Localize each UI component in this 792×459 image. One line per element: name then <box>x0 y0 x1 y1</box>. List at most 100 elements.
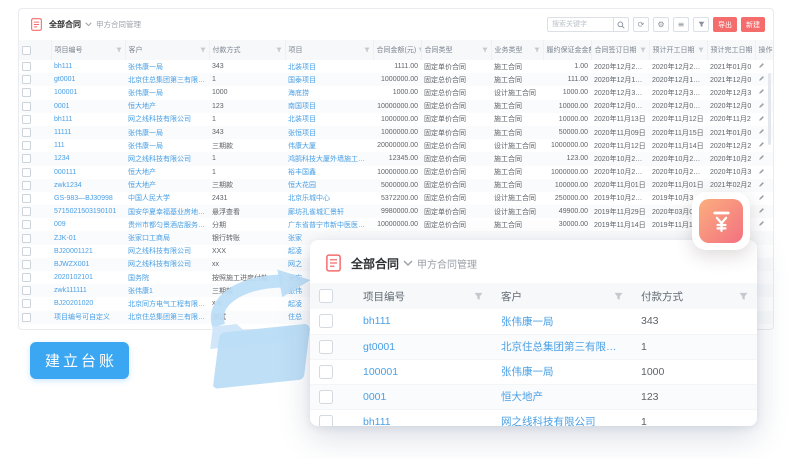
cell-customer[interactable]: 张伟康一局 <box>492 309 632 334</box>
cell-code[interactable]: 11111 <box>51 126 125 139</box>
row-checkbox[interactable] <box>319 390 333 404</box>
cell-project[interactable]: 恒大花园 <box>285 179 373 192</box>
cell-customer[interactable]: 恒大地产 <box>125 179 209 192</box>
row-checkbox[interactable] <box>22 207 31 216</box>
cell-project[interactable]: 鸿鹄科技大厦外墙施工项目 <box>285 152 373 165</box>
cell-code[interactable]: 0001 <box>354 384 492 409</box>
edit-icon[interactable] <box>758 220 765 227</box>
cell-project[interactable]: 张恒项目 <box>285 126 373 139</box>
columns-icon[interactable]: ≡ <box>673 17 689 32</box>
cell-customer[interactable]: 恒大地产 <box>125 100 209 113</box>
cell-code[interactable]: ZJK-01 <box>51 231 125 244</box>
cell-customer[interactable]: 网之线科技有限公司 <box>125 152 209 165</box>
cell-customer[interactable]: 张伟康一局 <box>125 139 209 152</box>
refresh-icon[interactable]: ⟳ <box>633 17 649 32</box>
chevron-down-icon[interactable] <box>85 22 92 27</box>
cell-code[interactable]: BJ20201020 <box>51 297 125 310</box>
row-checkbox[interactable] <box>319 415 333 427</box>
cell-code[interactable]: zwk111111 <box>51 284 125 297</box>
filter-icon[interactable] <box>364 47 370 53</box>
row-checkbox[interactable] <box>319 340 333 354</box>
cell-customer[interactable]: 网之线科技有限公司 <box>125 245 209 258</box>
create-ledger-badge[interactable]: 建立台账 <box>30 342 129 379</box>
cell-customer[interactable]: 国务院 <box>125 271 209 284</box>
filter-icon[interactable] <box>534 47 540 53</box>
cell-code[interactable]: bh111 <box>51 113 125 126</box>
cell-code[interactable]: gt0001 <box>51 73 125 86</box>
edit-icon[interactable] <box>758 194 765 201</box>
export-button[interactable]: 导出 <box>713 17 737 32</box>
edit-icon[interactable] <box>758 154 765 161</box>
cell-code[interactable]: bh111 <box>354 409 492 426</box>
cell-customer[interactable]: 网之线科技有限公司 <box>125 113 209 126</box>
row-checkbox[interactable] <box>22 299 31 308</box>
edit-icon[interactable] <box>758 102 765 109</box>
cell-customer[interactable]: 网之线科技有限公司 <box>125 258 209 271</box>
search-input[interactable] <box>547 17 613 32</box>
cell-code[interactable]: BJWZX001 <box>51 258 125 271</box>
row-checkbox[interactable] <box>22 234 31 243</box>
cell-code[interactable]: 009 <box>51 218 125 231</box>
cell-project[interactable]: 海底捞 <box>285 86 373 99</box>
cell-project[interactable]: 伟康大厦 <box>285 139 373 152</box>
cell-code[interactable]: 5715021503190101 <box>51 205 125 218</box>
cell-code[interactable]: 100001 <box>51 86 125 99</box>
cell-code[interactable]: zwk1234 <box>51 179 125 192</box>
filter-icon[interactable] <box>276 47 282 53</box>
cell-customer[interactable]: 中国人民大学 <box>125 192 209 205</box>
cell-code[interactable]: bh111 <box>354 309 492 334</box>
edit-icon[interactable] <box>758 62 765 69</box>
edit-icon[interactable] <box>758 115 765 122</box>
cell-customer[interactable]: 张伟康1 <box>125 284 209 297</box>
cell-customer[interactable]: 恒大地产 <box>125 166 209 179</box>
edit-icon[interactable] <box>758 128 765 135</box>
row-checkbox[interactable] <box>22 88 31 97</box>
ledger-fab[interactable] <box>692 192 750 250</box>
filter-icon[interactable] <box>482 47 488 53</box>
row-checkbox[interactable] <box>22 62 31 71</box>
edit-icon[interactable] <box>758 168 765 175</box>
row-checkbox[interactable] <box>22 260 31 269</box>
filter-icon[interactable] <box>474 292 483 301</box>
cell-code[interactable]: GS-983—BJ30998 <box>51 192 125 205</box>
row-checkbox[interactable] <box>22 247 31 256</box>
cell-customer[interactable]: 国安华夏幸福基业房地产... <box>125 205 209 218</box>
cell-project[interactable]: 北装项目 <box>285 113 373 126</box>
cell-code[interactable]: 2020102101 <box>51 271 125 284</box>
cell-project[interactable]: 国泰项目 <box>285 73 373 86</box>
edit-icon[interactable] <box>758 141 765 148</box>
filter-icon[interactable] <box>614 292 623 301</box>
filter-icon[interactable] <box>200 47 206 53</box>
cell-code[interactable]: BJ20001121 <box>51 245 125 258</box>
cell-code[interactable]: 100001 <box>354 359 492 384</box>
cell-code[interactable]: 0001 <box>51 100 125 113</box>
edit-icon[interactable] <box>758 75 765 82</box>
edit-icon[interactable] <box>758 207 765 214</box>
edit-icon[interactable] <box>758 181 765 188</box>
row-checkbox[interactable] <box>22 286 31 295</box>
cell-code[interactable]: 项目编号可自定义 <box>51 311 125 324</box>
row-checkbox[interactable] <box>22 194 31 203</box>
cell-code[interactable]: gt0001 <box>354 334 492 359</box>
cell-customer[interactable]: 张家口工商局 <box>125 231 209 244</box>
row-checkbox[interactable] <box>22 168 31 177</box>
cell-project[interactable]: 裕丰国鑫 <box>285 166 373 179</box>
cell-customer[interactable]: 张伟康一局 <box>492 359 632 384</box>
cell-customer[interactable]: 张伟康一局 <box>125 126 209 139</box>
cell-customer[interactable]: 张伟康一局 <box>125 86 209 99</box>
row-checkbox[interactable] <box>22 273 31 282</box>
cell-customer[interactable]: 张伟康一局 <box>125 60 209 73</box>
cell-project[interactable]: 广东省普宁市新中医医院... <box>285 218 373 231</box>
cell-project[interactable]: 北装项目 <box>285 60 373 73</box>
cell-code[interactable]: 1234 <box>51 152 125 165</box>
filter-icon[interactable] <box>739 292 748 301</box>
filter-icon[interactable] <box>116 47 122 53</box>
row-checkbox[interactable] <box>22 102 31 111</box>
select-all-checkbox[interactable] <box>319 289 333 303</box>
chevron-down-icon[interactable] <box>403 260 413 267</box>
cell-customer[interactable]: 恒大地产 <box>492 384 632 409</box>
select-all-checkbox[interactable] <box>22 46 31 55</box>
row-checkbox[interactable] <box>22 154 31 163</box>
filter-toolbar-icon[interactable] <box>693 17 709 32</box>
cell-code[interactable]: 111 <box>51 139 125 152</box>
